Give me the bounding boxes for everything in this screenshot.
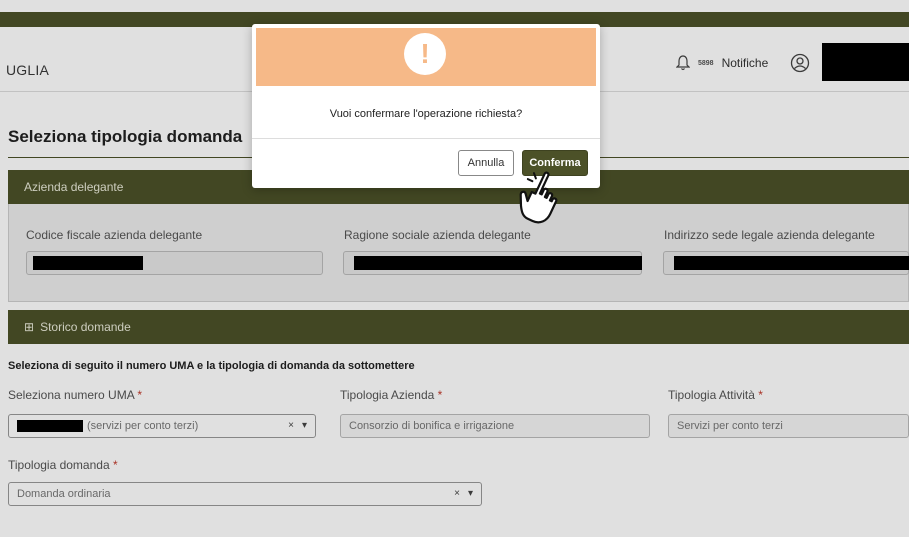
cancel-button[interactable]: Annulla bbox=[458, 150, 514, 176]
warning-icon: ! bbox=[404, 33, 446, 75]
dialog-message: Vuoi confermare l'operazione richiesta? bbox=[329, 108, 523, 120]
dialog-header: ! bbox=[256, 28, 596, 86]
confirm-dialog: ! Vuoi confermare l'operazione richiesta… bbox=[252, 24, 600, 188]
dialog-divider bbox=[252, 138, 600, 139]
hand-pointer-icon bbox=[519, 171, 558, 224]
warning-glyph: ! bbox=[420, 38, 430, 69]
